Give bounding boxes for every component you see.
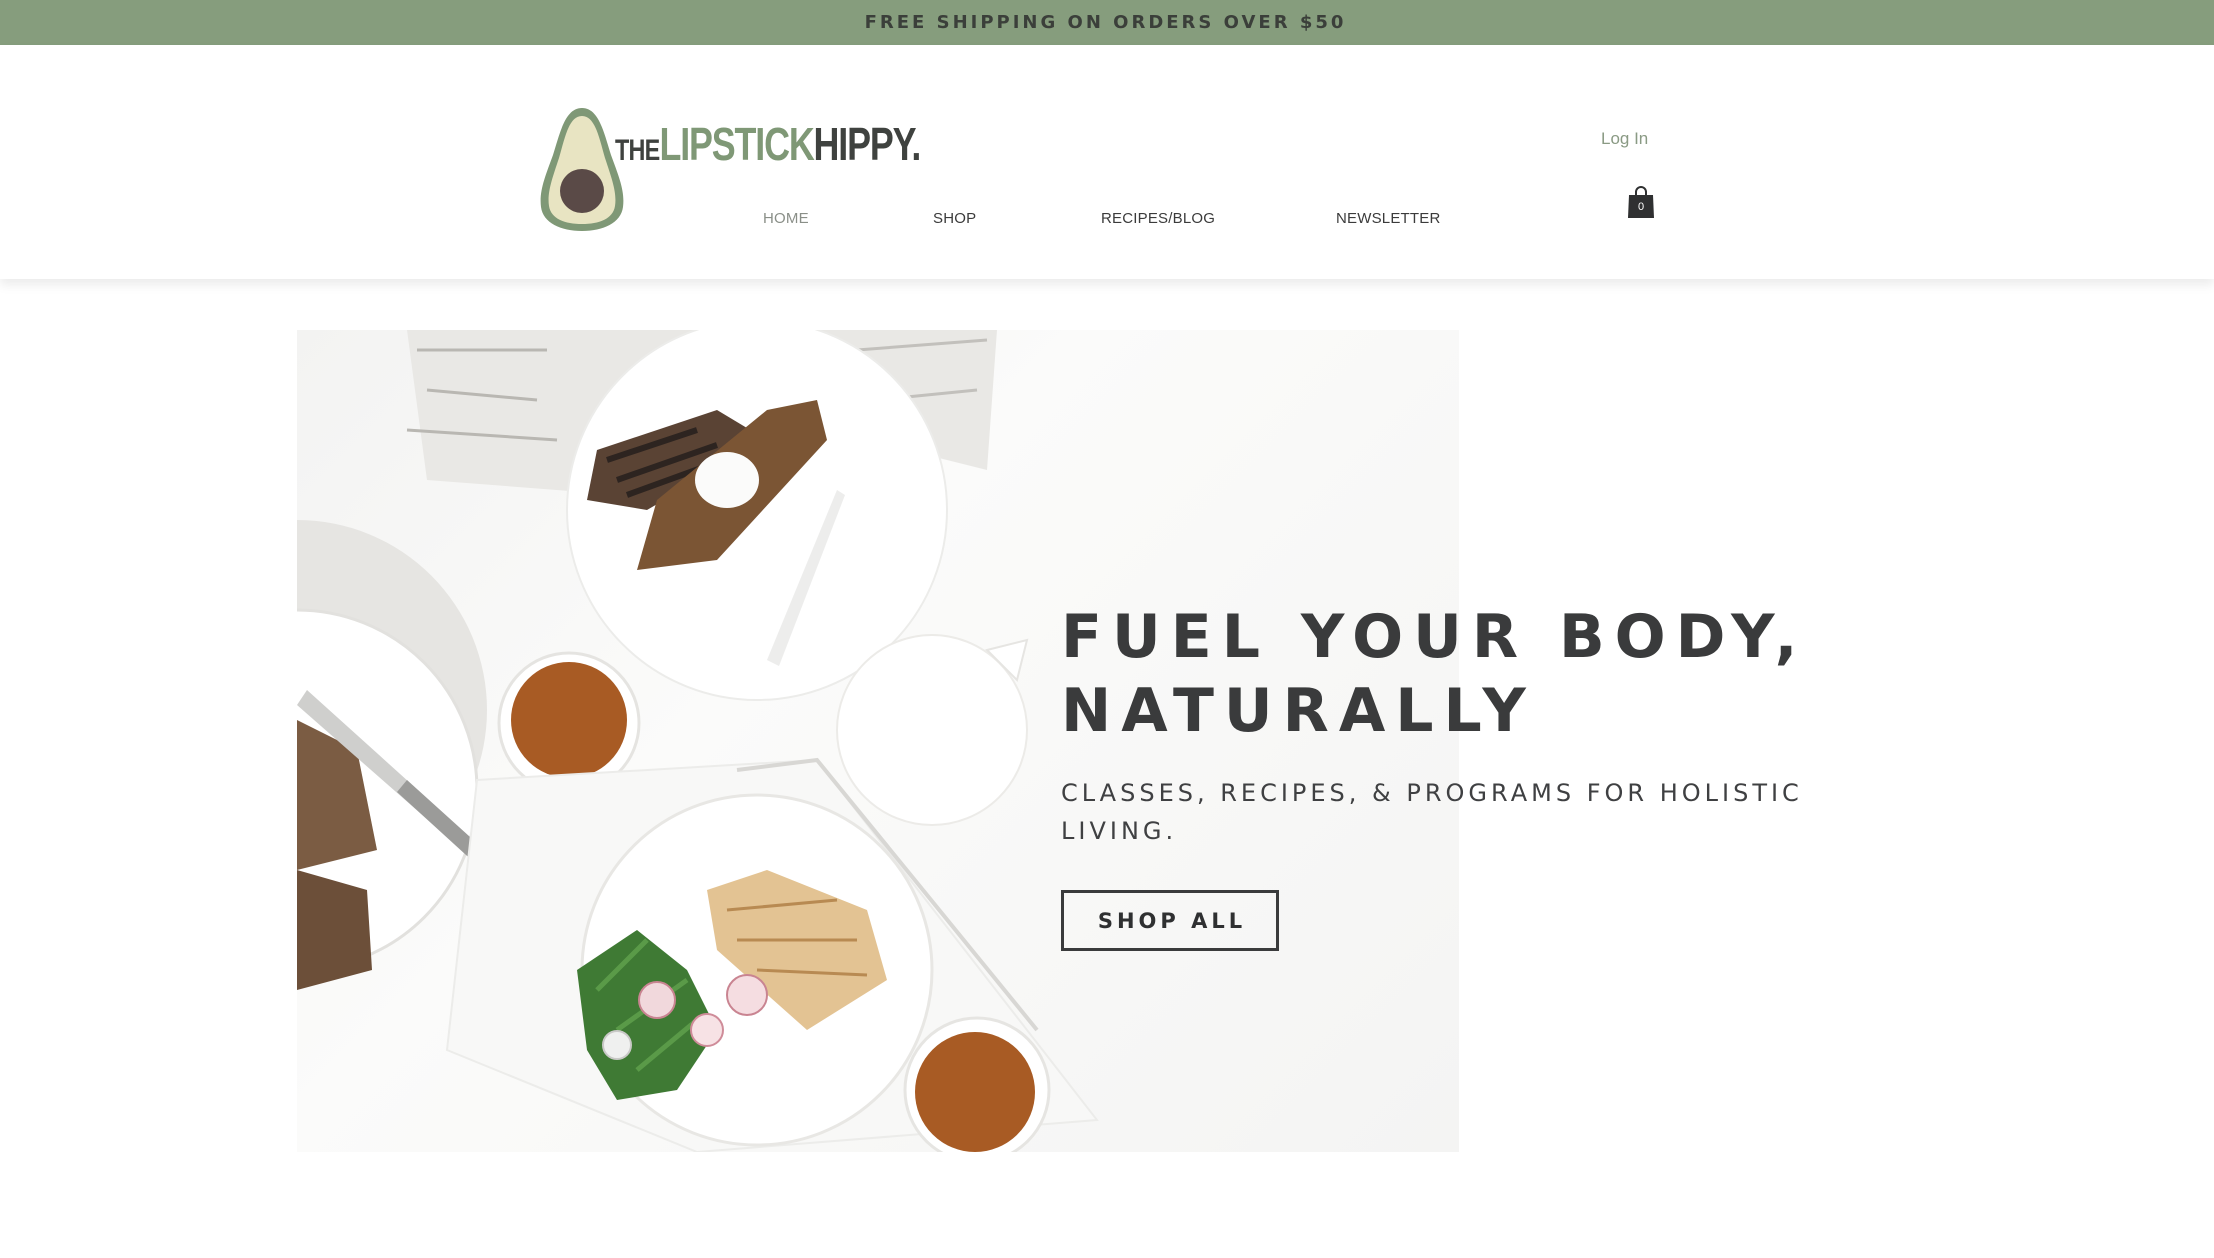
- nav-shop[interactable]: SHOP: [933, 210, 976, 227]
- hero-content: FUEL YOUR BODY, NATURALLY CLASSES, RECIP…: [1061, 600, 2061, 951]
- hero-heading-line2: NATURALLY: [1061, 676, 1536, 746]
- hero-heading: FUEL YOUR BODY, NATURALLY: [1061, 600, 2061, 748]
- logo-the: THE: [615, 134, 660, 167]
- cart-button[interactable]: 0: [1627, 185, 1655, 219]
- logo-hippy: HIPPY.: [813, 118, 922, 170]
- site-logo[interactable]: THELIPSTICKHIPPY.: [535, 103, 925, 238]
- hero-subheading: CLASSES, RECIPES, & PROGRAMS FOR HOLISTI…: [1061, 779, 1803, 845]
- login-area: Log In: [1601, 129, 1648, 149]
- site-header: THELIPSTICKHIPPY. HOME SHOP RECIPES/BLOG…: [0, 45, 2214, 279]
- announcement-text: FREE SHIPPING ON ORDERS OVER $50: [864, 12, 1347, 33]
- cart-count: 0: [1637, 201, 1645, 213]
- login-link[interactable]: Log In: [1601, 129, 1648, 149]
- announcement-bar: FREE SHIPPING ON ORDERS OVER $50: [0, 0, 2214, 45]
- nav-recipes-blog[interactable]: RECIPES/BLOG: [1101, 210, 1215, 227]
- shop-all-button[interactable]: SHOP ALL: [1061, 890, 1279, 951]
- nav-newsletter[interactable]: NEWSLETTER: [1336, 210, 1441, 227]
- logo-wordmark: THELIPSTICKHIPPY.: [615, 118, 922, 170]
- hero-heading-line1: FUEL YOUR BODY,: [1061, 602, 1808, 672]
- logo-lipstick: LIPSTICK: [659, 118, 814, 170]
- nav-home[interactable]: HOME: [763, 210, 809, 227]
- shop-all-label: SHOP ALL: [1097, 908, 1247, 933]
